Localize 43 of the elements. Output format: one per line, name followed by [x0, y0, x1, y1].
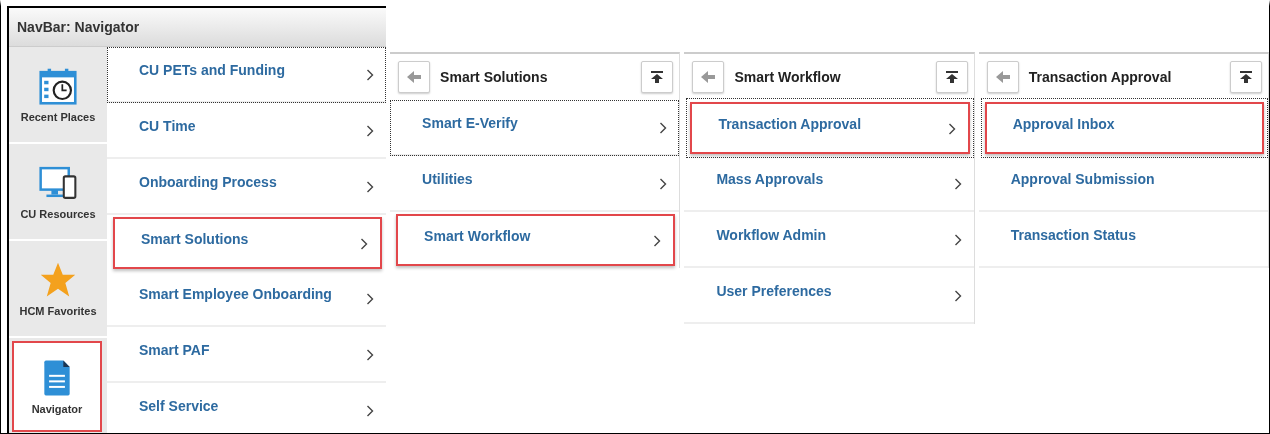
menu-item[interactable]: Smart E-Verify	[390, 100, 680, 156]
back-button[interactable]	[692, 61, 725, 93]
menu-item[interactable]: CU PETs and Funding	[107, 47, 387, 103]
menu-item[interactable]: Transaction Status	[978, 212, 1268, 268]
chevron-right-icon	[366, 69, 375, 81]
chevron-right-icon	[366, 405, 375, 417]
menu-item[interactable]: Smart Solutions	[113, 217, 383, 269]
move-to-top-icon	[1238, 70, 1254, 84]
panel-title: Smart Workflow	[734, 69, 842, 85]
collapse-button[interactable]	[1230, 61, 1262, 93]
menu-item[interactable]: Workflow Admin	[684, 212, 974, 268]
menu-item[interactable]: CU Time	[107, 103, 387, 159]
menu-item[interactable]: Utilities	[390, 156, 680, 212]
calendar-clock-icon	[39, 66, 77, 105]
panel-title: Smart Solutions	[440, 69, 549, 85]
menu-item[interactable]: Self Service	[107, 383, 387, 433]
navbar-tile[interactable]: HCM Favorites	[9, 241, 107, 338]
menu-item[interactable]: Onboarding Process	[107, 159, 387, 215]
menu-item[interactable]: Smart PAF	[107, 327, 387, 383]
move-to-top-icon	[943, 70, 960, 84]
navbar-tile[interactable]: Navigator	[12, 341, 102, 432]
back-arrow-icon	[406, 70, 423, 84]
menu-item[interactable]: Mass Approvals	[684, 156, 974, 212]
navbar-title: NavBar: Navigator	[17, 19, 140, 35]
navbar-tile[interactable]: CU Resources	[9, 144, 107, 241]
panel-title: Transaction Approval	[1028, 69, 1173, 85]
back-arrow-icon	[700, 70, 717, 84]
back-button[interactable]	[398, 61, 431, 93]
menu-item[interactable]: Smart Employee Onboarding	[107, 271, 387, 327]
menu-item[interactable]: Approval Submission	[978, 156, 1268, 212]
move-to-top-icon	[649, 70, 666, 84]
chevron-right-icon	[366, 349, 375, 361]
collapse-button[interactable]	[935, 61, 968, 93]
back-arrow-icon	[994, 70, 1011, 84]
chevron-right-icon	[366, 181, 375, 193]
chevron-right-icon	[366, 293, 375, 305]
navbar-tile[interactable]: Recent Places	[9, 47, 107, 144]
back-button[interactable]	[986, 61, 1019, 93]
chevron-right-icon	[366, 125, 375, 137]
chevron-right-icon	[360, 238, 369, 250]
menu-item[interactable]: User Preferences	[684, 268, 974, 324]
collapse-button[interactable]	[641, 61, 674, 93]
menu-item[interactable]: Smart Workflow	[396, 214, 676, 266]
